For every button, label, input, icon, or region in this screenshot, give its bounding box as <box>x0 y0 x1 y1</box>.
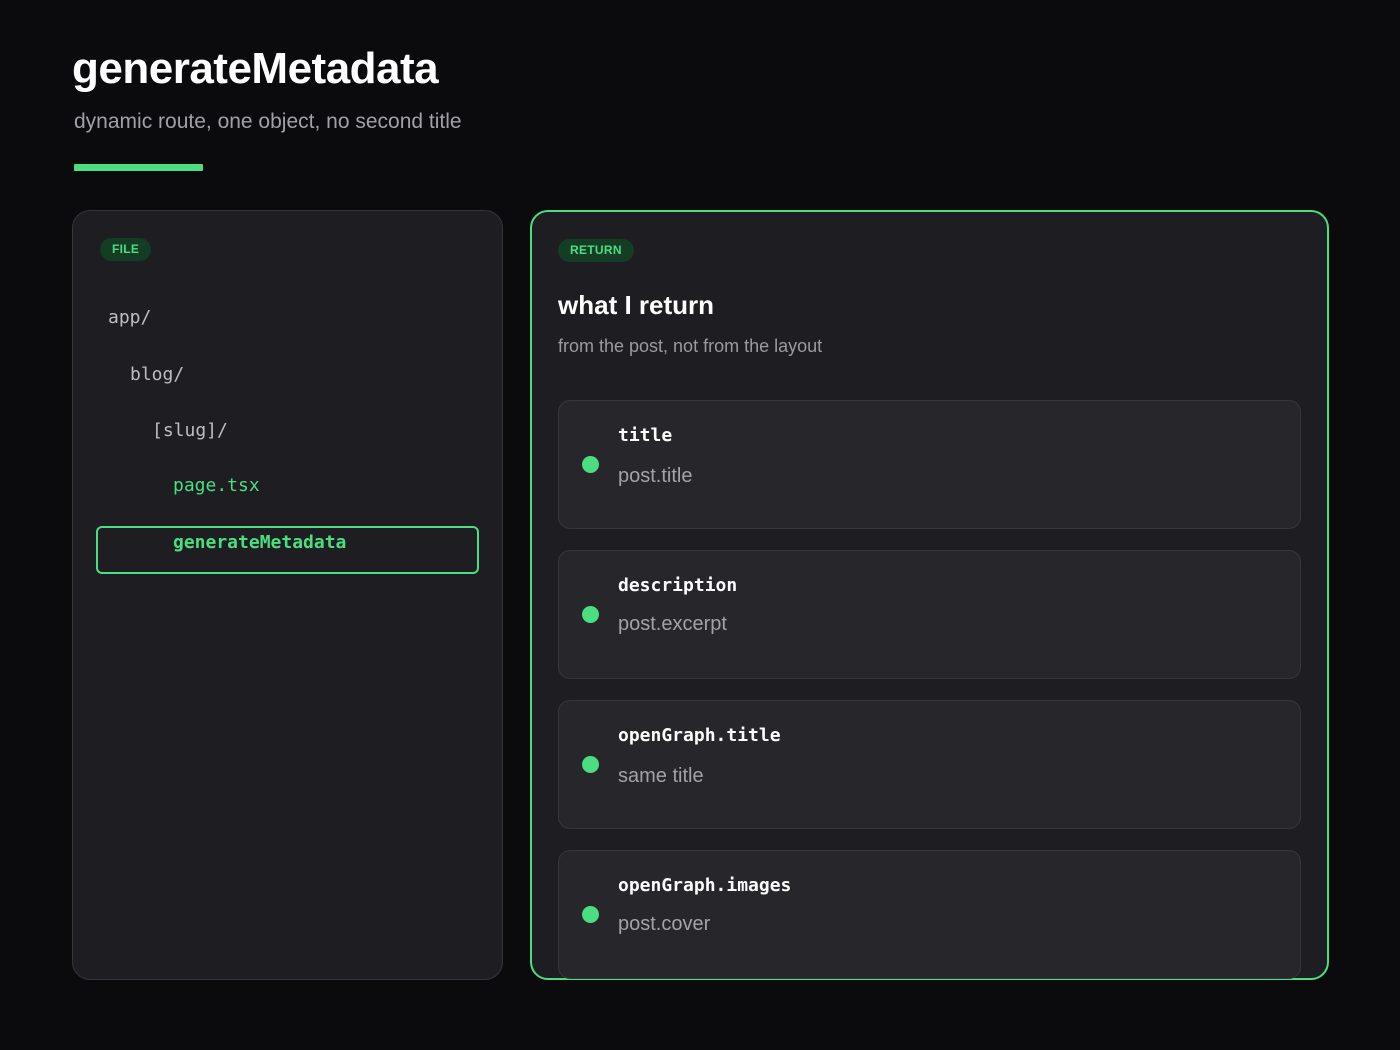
tree-item-generate-metadata-label: generateMetadata <box>173 532 347 553</box>
return-subtitle: from the post, not from the layout <box>558 336 823 356</box>
field-value: same title <box>618 765 704 787</box>
field-card-opengraph-images: openGraph.images post.cover <box>558 850 1301 979</box>
file-badge: FILE <box>100 238 152 261</box>
accent-divider <box>74 164 203 171</box>
status-dot-icon <box>582 756 599 773</box>
field-card-opengraph-title: openGraph.title same title <box>558 700 1301 829</box>
field-key: openGraph.title <box>618 725 781 746</box>
field-value: post.excerpt <box>618 613 727 635</box>
field-value: post.cover <box>618 913 711 935</box>
status-dot-icon <box>582 456 599 473</box>
return-badge: RETURN <box>558 239 634 262</box>
field-card-title: title post.title <box>558 400 1301 529</box>
field-card-description: description post.excerpt <box>558 550 1301 679</box>
tree-item-blog[interactable]: blog/ <box>130 364 184 385</box>
tree-item-page-tsx[interactable]: page.tsx <box>173 475 260 496</box>
tree-item-generate-metadata[interactable]: generateMetadata <box>96 526 479 574</box>
tree-item-app[interactable]: app/ <box>108 307 151 328</box>
page-subtitle: dynamic route, one object, no second tit… <box>74 110 462 133</box>
status-dot-icon <box>582 906 599 923</box>
return-panel: RETURN what I return from the post, not … <box>530 210 1329 980</box>
field-value: post.title <box>618 465 693 487</box>
file-panel: FILE app/ blog/ [slug]/ page.tsx generat… <box>72 210 503 980</box>
field-key: openGraph.images <box>618 875 792 896</box>
tree-item-slug[interactable]: [slug]/ <box>152 420 228 441</box>
field-key: description <box>618 575 738 596</box>
field-key: title <box>618 425 673 446</box>
status-dot-icon <box>582 606 599 623</box>
page-title: generateMetadata <box>72 44 439 93</box>
return-title: what I return <box>558 290 715 320</box>
